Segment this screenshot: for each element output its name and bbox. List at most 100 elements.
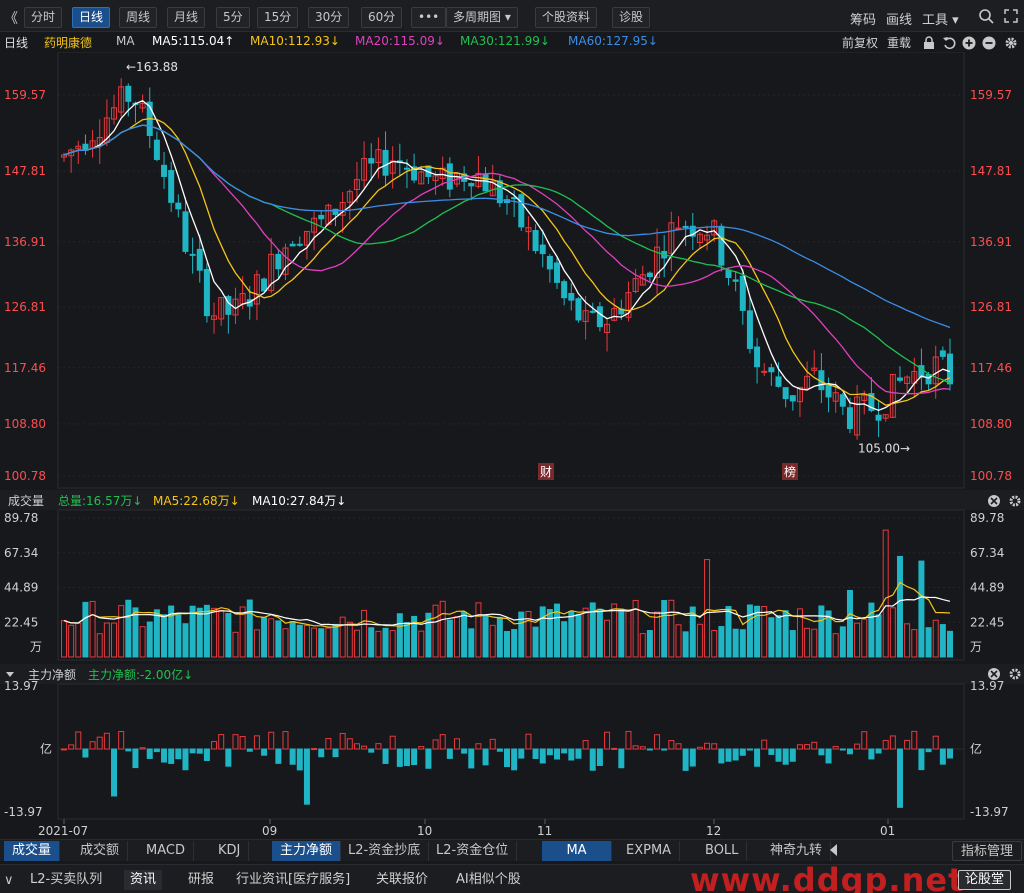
bottom-tab-5[interactable]: AI相似个股	[450, 870, 527, 890]
volume-bar	[225, 613, 232, 658]
period-tab-2[interactable]: 周线	[119, 7, 158, 28]
search-icon[interactable]	[978, 8, 994, 24]
ma-label[interactable]: MA	[116, 34, 135, 48]
period-tab-7[interactable]: 60分	[361, 7, 403, 28]
period-tab-4[interactable]: 5分	[216, 7, 250, 28]
lock-icon[interactable]	[922, 36, 936, 50]
volume-bar	[118, 605, 125, 658]
volume-bar	[561, 621, 568, 658]
scroll-left-icon[interactable]	[830, 844, 837, 856]
candle-body	[575, 298, 582, 321]
overlay-tab-3[interactable]: 神奇九转	[762, 841, 832, 861]
volume-bar	[868, 602, 875, 658]
undo-icon[interactable]	[942, 36, 956, 50]
collapse-icon[interactable]: 《	[4, 8, 18, 28]
candle-body	[261, 278, 268, 292]
period-tab-3[interactable]: 月线	[167, 7, 206, 28]
stock-chart[interactable]: 159.57 147.81 136.91 126.81 117.46 108.80 100.…	[0, 52, 1024, 839]
period-tab-1[interactable]: 日线	[72, 7, 111, 28]
volume-close-icon[interactable]	[988, 495, 1000, 507]
overlay-tab-0[interactable]: MA	[542, 841, 612, 861]
period-tab-10[interactable]: 个股资料	[535, 7, 598, 28]
event-marker-label[interactable]: 财	[540, 465, 552, 479]
volume-bar	[832, 633, 839, 658]
flow-bar	[575, 748, 582, 759]
indicator-tab-5[interactable]: L2-资金抄底	[340, 841, 430, 861]
candle-body	[939, 350, 946, 357]
volume-bar	[418, 630, 425, 658]
date-label: 10	[417, 824, 432, 838]
bottom-tab-1[interactable]: 资讯	[124, 870, 163, 890]
indicator-manage-button[interactable]: 指标管理	[952, 841, 1023, 861]
overlay-tab-2[interactable]: BOLL	[697, 841, 748, 861]
draw-line-button[interactable]: 画线	[886, 9, 912, 28]
flow-bar	[611, 747, 618, 750]
indicator-tab-0[interactable]: 成交量	[4, 841, 61, 861]
reload-button[interactable]: 重载	[887, 34, 911, 51]
period-tab-11[interactable]: 诊股	[612, 7, 651, 28]
chips-button[interactable]: 筹码	[850, 9, 876, 28]
fuquan-button[interactable]: 前复权	[842, 34, 878, 51]
period-tab-9[interactable]: 多周期图 ▾	[446, 7, 518, 28]
price-tick-left: 159.57	[4, 88, 46, 102]
flow-bar	[596, 748, 603, 767]
flow-bar	[411, 748, 418, 766]
indicator-tab-2[interactable]: MACD	[138, 841, 194, 861]
volume-bar	[625, 609, 632, 658]
bottom-tab-3[interactable]: 行业资讯[医疗服务]	[230, 870, 356, 890]
candle-body	[732, 279, 739, 282]
flow-bar	[539, 748, 546, 764]
volume-tick-right: 89.78	[970, 511, 1004, 525]
flow-bar	[239, 736, 246, 750]
volume-bar	[89, 600, 96, 658]
tools-menu[interactable]: 工具 ▾	[922, 9, 959, 28]
volume-bar	[275, 620, 282, 658]
candle-body	[896, 377, 903, 381]
candle-body	[468, 183, 475, 187]
flow-bar	[139, 747, 146, 750]
candle-body	[175, 202, 182, 210]
ma60-line	[63, 124, 951, 329]
flow-bar	[925, 748, 932, 753]
zoom-in-icon[interactable]	[962, 36, 976, 50]
flow-bar	[232, 734, 239, 750]
settings-gear-icon[interactable]	[1004, 36, 1018, 50]
candle-body	[182, 211, 189, 252]
indicator-tab-3[interactable]: KDJ	[210, 841, 250, 861]
bottom-tab-4[interactable]: 关联报价	[370, 870, 434, 890]
volume-tick-left: 44.89	[4, 581, 38, 595]
bottom-tab-0[interactable]: L2-买卖队列	[24, 870, 108, 890]
forum-button[interactable]: 论股堂	[958, 870, 1012, 890]
price-tick-right: 117.46	[970, 361, 1012, 375]
period-tab-0[interactable]: 分时	[24, 7, 63, 28]
period-tab-5[interactable]: 15分	[257, 7, 299, 28]
volume-bar	[61, 620, 67, 658]
flow-bar	[396, 748, 403, 767]
period-tab-6[interactable]: 30分	[308, 7, 350, 28]
period-tab-8[interactable]: •••	[411, 7, 447, 28]
volume-bar	[182, 623, 189, 658]
fullscreen-icon[interactable]	[1004, 9, 1018, 23]
flow-bar	[696, 746, 703, 750]
date-label: 11	[537, 824, 552, 838]
volume-bar	[489, 624, 496, 658]
indicator-tab-1[interactable]: 成交额	[72, 841, 129, 861]
event-marker-label[interactable]: 榜	[784, 464, 796, 479]
indicator-tab-6[interactable]: L2-资金仓位	[428, 841, 518, 861]
bottom-tab-2[interactable]: 研报	[182, 870, 220, 890]
price-tick-right: 159.57	[970, 88, 1012, 102]
collapse-bottom-icon[interactable]: ∨	[4, 873, 14, 888]
flow-bar	[303, 748, 310, 805]
flow-bar	[532, 748, 539, 759]
volume-bar	[568, 610, 575, 658]
zoom-out-icon[interactable]	[982, 36, 996, 50]
price-tick-right: 108.80	[970, 417, 1012, 431]
flow-bar	[346, 738, 353, 750]
flow-bar	[811, 741, 818, 750]
indicator-tab-4[interactable]: 主力净额	[272, 841, 342, 861]
overlay-tab-1[interactable]: EXPMA	[618, 841, 681, 861]
volume-bar	[296, 624, 303, 658]
flow-bar	[875, 748, 882, 754]
candle-body	[775, 376, 782, 387]
flow-bar	[111, 748, 118, 797]
